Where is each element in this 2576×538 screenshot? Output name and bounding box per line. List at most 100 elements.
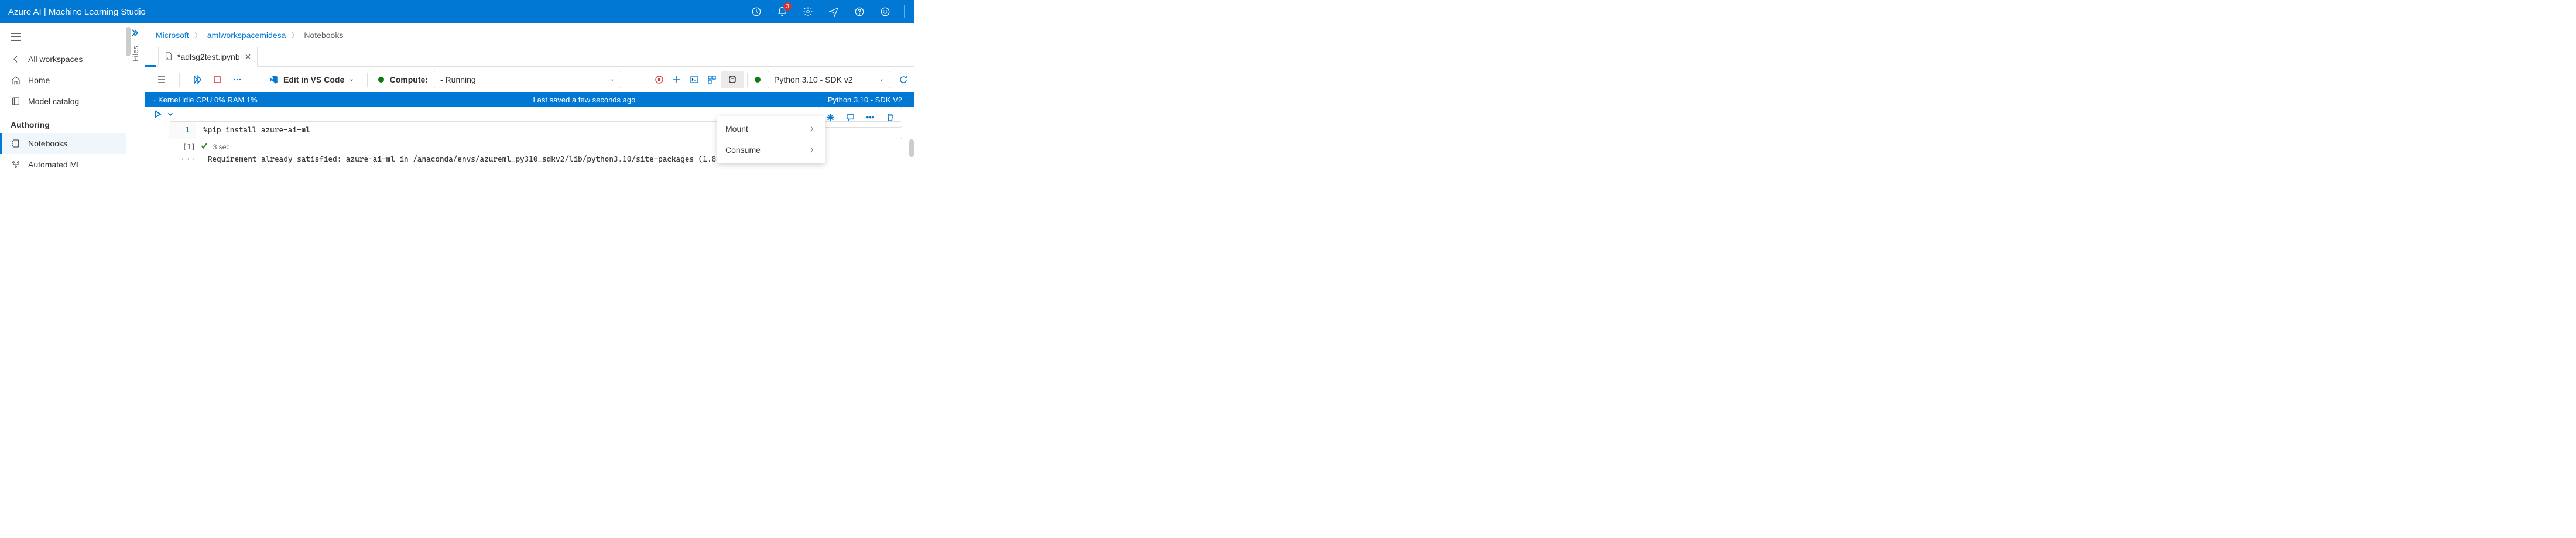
nav-notebooks[interactable]: Notebooks <box>0 133 126 154</box>
output-menu-icon[interactable]: ··· <box>180 155 197 164</box>
tab-bar: *adlsg2test.ipynb ✕ <box>145 47 914 67</box>
data-access-dropdown: Mount 〉 Consume 〉 <box>717 116 825 163</box>
notebook-area: Microsoft 〉 amlworkspacemidesa 〉 Noteboo… <box>145 23 914 191</box>
nav-section-authoring: Authoring <box>0 112 126 133</box>
chevron-right-icon: 〉 <box>810 145 817 155</box>
add-compute-icon[interactable] <box>669 71 685 88</box>
chevron-right-icon: 〉 <box>195 30 201 40</box>
cell-menu-icon[interactable] <box>166 110 174 120</box>
nav-label: Home <box>28 76 50 85</box>
edit-vscode-button[interactable]: Edit in VS Code ⌄ <box>265 74 358 85</box>
nav-automated-ml[interactable]: Automated ML <box>0 154 126 175</box>
dropdown-consume[interactable]: Consume 〉 <box>717 139 825 160</box>
back-arrow-icon <box>11 54 21 64</box>
settings-icon[interactable] <box>800 4 816 20</box>
nav-label: Model catalog <box>28 97 79 106</box>
more-icon[interactable] <box>229 71 245 88</box>
breadcrumb: Microsoft 〉 amlworkspacemidesa 〉 Noteboo… <box>145 23 914 47</box>
kernel-status-dot-icon <box>755 77 761 83</box>
refresh-icon[interactable] <box>895 71 912 88</box>
expand-files-icon[interactable] <box>131 28 141 37</box>
nav-model-catalog[interactable]: Model catalog <box>0 91 126 112</box>
compute-select[interactable]: - Running ⌄ <box>434 71 621 88</box>
breadcrumb-root[interactable]: Microsoft <box>156 30 189 40</box>
app-header: Azure AI | Machine Learning Studio 3 <box>0 0 914 23</box>
divider <box>367 73 368 87</box>
chevron-right-icon: 〉 <box>810 124 817 133</box>
status-bar: · Kernel idle CPU 0% RAM 1% Last saved a… <box>145 92 914 107</box>
chevron-right-icon: 〉 <box>292 30 298 40</box>
feedback-icon[interactable] <box>825 4 842 20</box>
line-number: 1 <box>169 122 196 139</box>
chevron-down-icon: ⌄ <box>610 76 615 83</box>
execution-time: 3 sec <box>213 143 230 151</box>
smile-icon[interactable] <box>877 4 893 20</box>
header-divider <box>904 5 905 18</box>
nav-label: Authoring <box>11 120 50 129</box>
comment-icon[interactable] <box>842 109 858 125</box>
compute-label: Compute: <box>390 75 428 84</box>
toolbar-right: Python 3.10 - SDK v2 ⌄ <box>651 71 912 88</box>
divider <box>747 73 748 87</box>
terminal-icon[interactable] <box>686 71 703 88</box>
run-cell-icon[interactable] <box>153 110 162 120</box>
file-tab[interactable]: *adlsg2test.ipynb ✕ <box>158 47 258 67</box>
data-access-button[interactable] <box>721 71 744 88</box>
kernel-value: Python 3.10 - SDK v2 <box>774 75 853 84</box>
breadcrumb-workspace[interactable]: amlworkspacemidesa <box>207 30 286 40</box>
chevron-down-icon: ⌄ <box>349 76 354 83</box>
close-icon[interactable]: ✕ <box>245 52 252 62</box>
files-sidebar: Files <box>126 23 145 191</box>
automl-icon <box>11 159 21 170</box>
apps-icon[interactable] <box>704 71 720 88</box>
output-text: Requirement already satisfied: azure-ai-… <box>208 155 729 164</box>
notifications-icon[interactable]: 3 <box>774 4 790 20</box>
tab-filename: *adlsg2test.ipynb <box>177 52 240 61</box>
catalog-icon <box>11 96 21 107</box>
notebook-icon <box>11 138 21 149</box>
home-icon <box>11 75 21 85</box>
dropdown-mount[interactable]: Mount 〉 <box>717 118 825 139</box>
code-content[interactable]: %pip install azure-ai-ml <box>196 122 317 139</box>
kernel-select[interactable]: Python 3.10 - SDK v2 ⌄ <box>768 71 890 88</box>
help-icon[interactable] <box>851 4 868 20</box>
nav-label: All workspaces <box>28 54 83 64</box>
cell-actions <box>818 107 902 128</box>
main-layout: All workspaces Home Model catalog Author… <box>0 23 914 191</box>
nav-label: Automated ML <box>28 160 81 169</box>
chevron-down-icon: ⌄ <box>879 76 884 83</box>
kernel-status: · Kernel idle CPU 0% RAM 1% <box>153 95 341 104</box>
compute-value: - Running <box>440 75 476 84</box>
notebook-toolbar: Edit in VS Code ⌄ Compute: - Running ⌄ <box>145 67 914 92</box>
run-all-icon[interactable] <box>189 71 205 88</box>
dropdown-label: Mount <box>725 124 748 133</box>
menu-toggle-icon[interactable] <box>0 27 126 49</box>
nav-all-workspaces[interactable]: All workspaces <box>0 49 126 70</box>
content-scrollbar[interactable] <box>909 139 914 157</box>
checkmark-icon <box>200 142 208 152</box>
left-nav: All workspaces Home Model catalog Author… <box>0 23 126 191</box>
kernel-name-status: Python 3.10 - SDK V2 <box>828 95 906 104</box>
vscode-icon <box>268 74 279 85</box>
nav-label: Notebooks <box>28 139 67 148</box>
dropdown-label: Consume <box>725 145 761 155</box>
divider <box>179 73 180 87</box>
notifications-badge: 3 <box>783 2 792 11</box>
compute-section: Compute: - Running ⌄ <box>371 71 628 88</box>
delete-cell-icon[interactable] <box>882 109 898 125</box>
notebook-file-icon <box>165 52 173 62</box>
status-dot-icon <box>378 77 384 83</box>
stop-icon[interactable] <box>209 71 225 88</box>
cell-more-icon[interactable] <box>862 109 878 125</box>
app-title: Azure AI | Machine Learning Studio <box>8 7 748 17</box>
stop-compute-icon[interactable] <box>651 71 667 88</box>
execution-index: [1] <box>183 143 196 151</box>
content-area: Files Microsoft 〉 amlworkspacemidesa 〉 N… <box>126 23 914 191</box>
toc-icon[interactable] <box>153 71 170 88</box>
nav-home[interactable]: Home <box>0 70 126 91</box>
files-label[interactable]: Files <box>131 46 140 61</box>
vscode-label: Edit in VS Code <box>283 75 344 84</box>
recent-icon[interactable] <box>748 4 765 20</box>
autosave-status: Last saved a few seconds ago <box>341 95 828 104</box>
header-actions: 3 <box>748 4 906 20</box>
